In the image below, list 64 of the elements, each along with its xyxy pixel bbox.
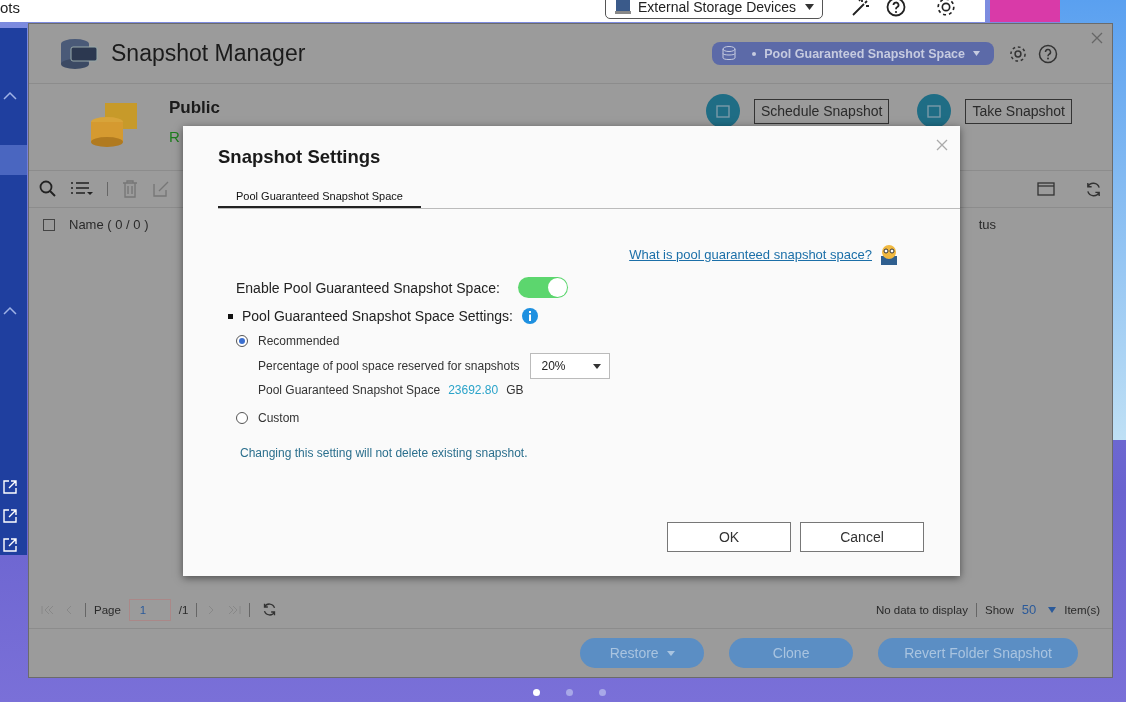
app-title: ots — [0, 0, 20, 16]
share-status: R — [169, 128, 181, 145]
search-icon[interactable] — [39, 180, 57, 198]
space-value: 23692.80 — [448, 383, 499, 397]
percentage-dropdown[interactable]: 20% — [529, 353, 610, 379]
percentage-label: Percentage of pool space reserved for snapshots — [258, 359, 520, 373]
caret-icon[interactable] — [1048, 606, 1057, 613]
caret-icon — [805, 3, 814, 10]
window-icon[interactable] — [1037, 182, 1055, 196]
refresh-icon[interactable] — [1085, 180, 1102, 198]
close-icon[interactable] — [1091, 32, 1103, 44]
page-total: /1 — [178, 603, 189, 616]
status-text: No data to display — [875, 603, 968, 616]
drive-icon — [614, 0, 632, 15]
snapshot-app-icon — [59, 36, 99, 71]
option-label: Custom — [258, 411, 300, 425]
toggle-switch[interactable] — [517, 277, 568, 298]
storage-dropdown[interactable]: External Storage Devices — [605, 0, 823, 19]
checkbox[interactable] — [43, 218, 55, 231]
column-header: tus — [978, 217, 996, 232]
cancel-button[interactable]: Cancel — [800, 522, 924, 552]
section-label: Pool Guaranteed Snapshot Space Settings: — [242, 308, 513, 324]
pool-selector[interactable]: Pool Guaranteed Snapshot Space — [712, 42, 994, 65]
radio-button[interactable] — [236, 335, 248, 347]
close-icon[interactable] — [936, 139, 948, 151]
page-dot[interactable] — [533, 689, 540, 696]
settings-icon[interactable] — [934, 0, 958, 18]
help-link[interactable]: What is pool guaranteed snapshot space? — [629, 246, 872, 262]
page-dot[interactable] — [599, 689, 606, 696]
folder-stack-icon — [89, 100, 139, 150]
database-icon — [722, 46, 737, 61]
action-button[interactable]: Schedule Snapshot — [753, 98, 890, 124]
caret-icon — [592, 363, 601, 369]
share-name: Public — [169, 98, 220, 118]
caret-icon — [973, 51, 980, 56]
show-label: Show — [984, 603, 1014, 616]
external-link-icon[interactable] — [3, 509, 17, 523]
space-unit: GB — [506, 383, 524, 397]
ok-button[interactable]: OK — [667, 522, 791, 552]
dialog-title: Snapshot Settings — [218, 146, 382, 168]
info-icon[interactable] — [521, 308, 538, 324]
action-button[interactable]: Take Snapshot — [965, 98, 1072, 124]
chevron-up-icon[interactable] — [3, 306, 17, 315]
page-dot[interactable] — [566, 689, 573, 696]
note-text: Changing this setting will not delete existing snapshot. — [240, 446, 529, 460]
helper-figure-icon — [878, 243, 900, 265]
list-filter-icon[interactable] — [71, 182, 93, 196]
tab[interactable]: Pool Guaranteed Snapshot Space — [218, 190, 421, 208]
column-header: Name ( 0 / 0 ) — [69, 217, 149, 232]
external-link-icon[interactable] — [3, 480, 17, 494]
bullet — [228, 313, 233, 319]
chevron-up-icon[interactable] — [3, 91, 17, 100]
external-link-icon[interactable] — [3, 538, 17, 552]
enable-label: Enable Pool Guaranteed Snapshot Space: — [236, 279, 500, 296]
page-label: Page — [94, 603, 121, 616]
unit-label: Item(s) — [1064, 603, 1100, 616]
space-label: Pool Guaranteed Snapshot Space — [258, 383, 441, 397]
window-title: Snapshot Manager — [111, 40, 307, 67]
radio-button[interactable] — [236, 412, 248, 424]
option-label: Recommended — [258, 334, 340, 348]
caret-icon — [666, 650, 675, 656]
magic-wand-icon[interactable] — [850, 0, 872, 17]
refresh-icon[interactable] — [262, 602, 278, 617]
help-icon[interactable] — [886, 0, 906, 17]
